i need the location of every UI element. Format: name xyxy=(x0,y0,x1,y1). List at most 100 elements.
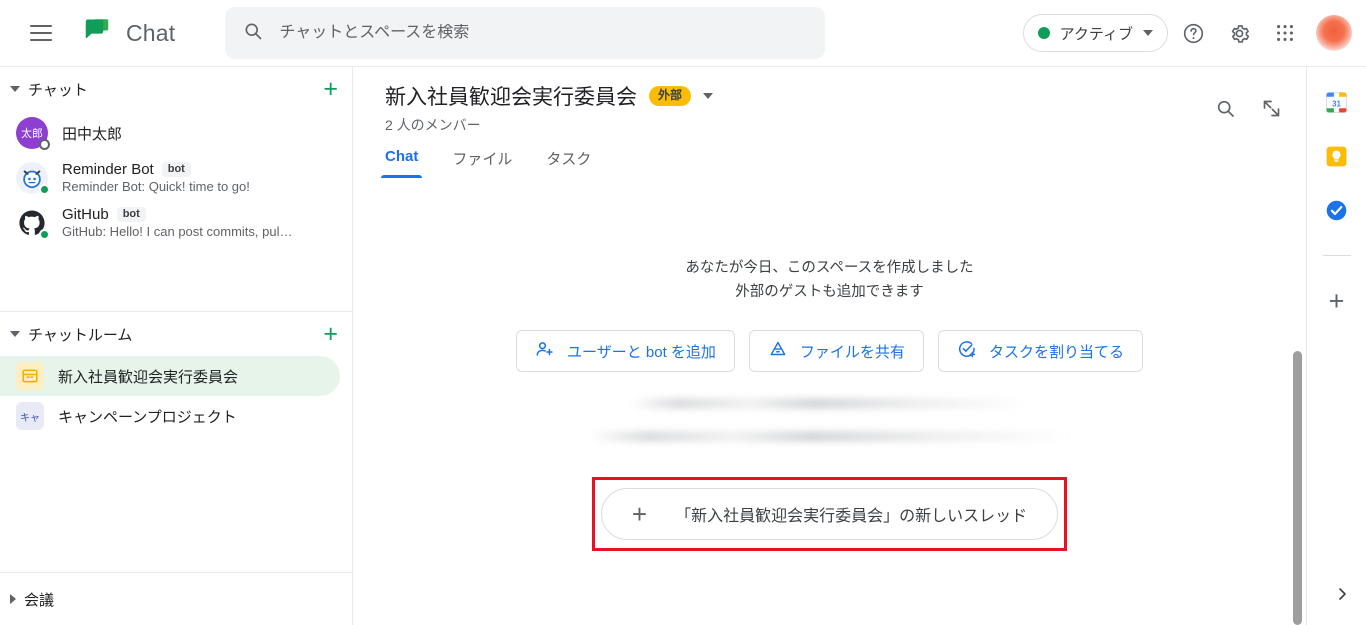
collapse-icon[interactable] xyxy=(1250,87,1292,129)
chevron-down-icon[interactable] xyxy=(703,93,714,99)
contact-name: GitHub xyxy=(62,206,109,223)
contact-name: 田中太郎 xyxy=(62,125,123,143)
room-icon xyxy=(16,362,44,390)
search-box[interactable] xyxy=(225,7,826,59)
presence-active-icon xyxy=(39,228,50,240)
new-thread-button[interactable]: + 「新入社員歓迎会実行委員会」の新しいスレッド xyxy=(600,488,1059,541)
plus-icon: + xyxy=(631,499,648,530)
message-area: あなたが今日、このスペースを作成しました 外部のゲストも追加できます ユーザーと xyxy=(353,178,1306,625)
person-add-icon xyxy=(535,339,555,363)
status-badge: 外部 xyxy=(649,86,692,106)
new-thread-label: 「新入社員歓迎会実行委員会」の新しいスレッド xyxy=(675,508,1028,526)
top-bar-actions: アクティブ xyxy=(1022,12,1352,54)
list-item-text: GitHub bot GitHub: Hello! I can post com… xyxy=(62,206,338,239)
new-room-button[interactable]: + xyxy=(323,321,338,347)
conversation-header-info: 新入社員歓迎会実行委員会 外部 2 人のメンバー Chat ファイル タスク xyxy=(380,81,1204,178)
status-chip[interactable]: アクティブ xyxy=(1022,14,1168,52)
sidebar-section-chat-header[interactable]: チャット + xyxy=(0,67,352,111)
list-item-text: Reminder Bot bot Reminder Bot: Quick! ti… xyxy=(62,161,338,194)
search-container xyxy=(225,7,826,59)
avatar: 太郎 xyxy=(16,117,50,150)
message-preview: GitHub: Hello! I can post commits, pul… xyxy=(62,224,293,239)
tab-chat[interactable]: Chat xyxy=(380,148,423,178)
share-file-label: ファイルを共有 xyxy=(799,343,905,361)
member-count: 2 人のメンバー xyxy=(385,117,481,133)
new-thread-container: + 「新入社員歓迎会実行委員会」の新しいスレッド xyxy=(591,477,1068,552)
conversation-tabs: Chat ファイル タスク xyxy=(380,148,1204,178)
room-icon: キャ xyxy=(16,402,44,430)
avatar xyxy=(16,206,50,240)
list-item-text: 田中太郎 xyxy=(62,123,338,144)
chat-logo-icon xyxy=(82,16,112,51)
drive-icon xyxy=(768,339,788,363)
conversation-header-actions xyxy=(1204,81,1292,178)
bot-badge: bot xyxy=(116,207,146,222)
tab-tasks[interactable]: タスク xyxy=(546,148,591,178)
bot-badge: bot xyxy=(161,162,191,177)
sidebar-section-meetings: 会議 xyxy=(0,572,352,625)
sidebar-item-github[interactable]: GitHub bot GitHub: Hello! I can post com… xyxy=(0,200,352,245)
message-area-scrollbar[interactable] xyxy=(1293,351,1302,625)
quick-actions: ユーザーと bot を追加 ファイルを共有 タスクを割り当てる xyxy=(516,330,1143,373)
assign-task-label: タスクを割り当てる xyxy=(988,343,1124,361)
avatar xyxy=(16,161,50,195)
redacted-messages xyxy=(580,398,1080,443)
sidebar-item-reminder-bot[interactable]: Reminder Bot bot Reminder Bot: Quick! ti… xyxy=(0,155,352,200)
sidebar-section-rooms-title: チャットルーム xyxy=(28,326,133,344)
chevron-down-icon xyxy=(10,331,20,337)
top-bar: Chat アクティブ xyxy=(0,0,1366,66)
page-title: 新入社員歓迎会実行委員会 xyxy=(385,86,637,109)
redacted-line xyxy=(629,398,1030,410)
chevron-down-icon xyxy=(10,86,20,92)
sidebar-section-meetings-header[interactable]: 会議 xyxy=(0,573,352,625)
sidebar: チャット + 太郎 田中太郎 Reminder Bot bot Reminder… xyxy=(0,66,353,625)
sidebar-section-rooms-header[interactable]: チャットルーム + xyxy=(0,312,352,356)
presence-away-icon xyxy=(39,139,50,150)
side-apps-rail: 31 + xyxy=(1306,66,1366,625)
sidebar-item-tanaka-taro[interactable]: 太郎 田中太郎 xyxy=(0,111,352,155)
status-dot-icon xyxy=(1037,27,1050,39)
search-input[interactable] xyxy=(279,24,808,42)
empty-state-text: あなたが今日、このスペースを作成しました 外部のゲストも追加できます xyxy=(685,257,973,305)
sidebar-item-room-welcome-committee[interactable]: 新入社員歓迎会実行委員会 xyxy=(0,356,340,396)
app-body: チャット + 太郎 田中太郎 Reminder Bot bot Reminder… xyxy=(0,66,1366,625)
avatar-initials: 太郎 xyxy=(21,128,43,140)
presence-active-icon xyxy=(39,183,50,195)
chevron-down-icon xyxy=(1143,30,1153,36)
task-add-icon xyxy=(957,339,977,363)
add-app-button[interactable]: + xyxy=(1329,288,1345,315)
message-preview: Reminder Bot: Quick! time to go! xyxy=(62,179,250,194)
google-apps-icon[interactable] xyxy=(1264,12,1306,54)
rail-divider xyxy=(1322,255,1351,256)
search-icon xyxy=(243,21,263,46)
expand-panel-icon[interactable] xyxy=(1334,586,1350,607)
settings-gear-icon[interactable] xyxy=(1218,12,1260,54)
new-chat-button[interactable]: + xyxy=(323,76,338,102)
add-people-and-bots-button[interactable]: ユーザーと bot を追加 xyxy=(516,330,735,373)
main-panel: 新入社員歓迎会実行委員会 外部 2 人のメンバー Chat ファイル タスク あ… xyxy=(353,66,1306,625)
google-chat-window: Chat アクティブ xyxy=(0,0,1366,625)
tab-files[interactable]: ファイル xyxy=(452,148,512,178)
chevron-right-icon xyxy=(10,594,16,604)
google-keep-icon[interactable] xyxy=(1324,143,1350,169)
svg-text:31: 31 xyxy=(1332,99,1341,108)
share-file-button[interactable]: ファイルを共有 xyxy=(748,330,924,373)
intro-line-1: あなたが今日、このスペースを作成しました xyxy=(685,259,974,276)
sidebar-section-chat-title: チャット xyxy=(28,81,88,99)
room-icon-text: キャ xyxy=(20,412,40,424)
room-name: 新入社員歓迎会実行委員会 xyxy=(58,368,239,386)
redacted-line xyxy=(589,431,1070,443)
app-title: Chat xyxy=(126,19,176,46)
conversation-search-icon[interactable] xyxy=(1204,87,1246,129)
google-tasks-icon[interactable] xyxy=(1324,197,1350,223)
sidebar-item-room-campaign-project[interactable]: キャ キャンペーンプロジェクト xyxy=(0,396,352,436)
help-button[interactable] xyxy=(1172,12,1214,54)
account-avatar[interactable] xyxy=(1316,15,1352,51)
add-people-and-bots-label: ユーザーと bot を追加 xyxy=(567,343,716,361)
main-menu-icon[interactable] xyxy=(22,14,60,52)
brand: Chat xyxy=(82,16,175,51)
google-calendar-icon[interactable]: 31 xyxy=(1324,89,1350,115)
conversation-header: 新入社員歓迎会実行委員会 外部 2 人のメンバー Chat ファイル タスク xyxy=(353,67,1306,178)
sidebar-section-meetings-title: 会議 xyxy=(24,591,55,609)
assign-task-button[interactable]: タスクを割り当てる xyxy=(937,330,1143,373)
